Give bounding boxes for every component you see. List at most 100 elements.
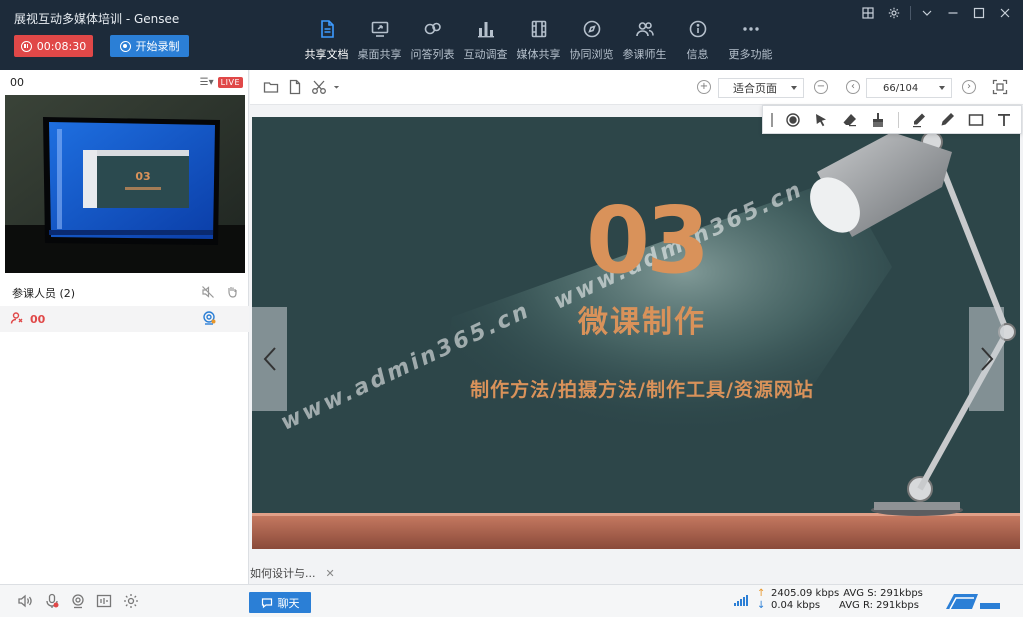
- maximize-icon[interactable]: [969, 5, 989, 21]
- minimize-icon[interactable]: [943, 5, 963, 21]
- tab-attendees[interactable]: 参课师生: [618, 0, 671, 70]
- slide-prev-button[interactable]: [252, 307, 287, 411]
- webcam-icon[interactable]: [201, 310, 217, 329]
- users-icon: [634, 18, 656, 40]
- tab-desktop-share[interactable]: 桌面共享: [353, 0, 406, 70]
- video-preview[interactable]: 03: [5, 95, 245, 273]
- cursor-icon[interactable]: [812, 111, 830, 129]
- speaker-icon[interactable]: [17, 593, 33, 609]
- microphone-muted-icon[interactable]: [44, 593, 60, 609]
- presenter-icon: [10, 311, 24, 328]
- next-page-icon[interactable]: ›: [962, 80, 976, 94]
- slide-title: 微课制作: [578, 305, 706, 340]
- window-controls: [858, 5, 1015, 21]
- document-toolbar: + 适合页面 − ‹ 66/104 ›: [250, 70, 1023, 105]
- close-icon[interactable]: [995, 5, 1015, 21]
- eraser-icon[interactable]: [841, 111, 859, 129]
- chevron-down-icon: [791, 86, 797, 90]
- camera-icon[interactable]: [70, 593, 86, 609]
- document-tabs: 如何设计与... ✕: [250, 562, 1023, 584]
- document-tab-label: 如何设计与...: [250, 567, 316, 580]
- laser-pointer-icon[interactable]: [784, 111, 802, 129]
- fullscreen-icon[interactable]: [992, 79, 1008, 95]
- chevron-down-icon[interactable]: [917, 5, 937, 21]
- timer-label: 00:08:30: [36, 39, 87, 53]
- open-folder-icon[interactable]: [263, 79, 279, 95]
- more-icon: [740, 18, 762, 40]
- scissors-icon[interactable]: [311, 79, 341, 95]
- new-document-icon[interactable]: [287, 79, 303, 95]
- tab-more-functions[interactable]: 更多功能: [724, 0, 777, 70]
- tab-qa-list[interactable]: 问答列表: [406, 0, 459, 70]
- attendee-name: 00: [30, 312, 46, 326]
- chevron-down-icon: [939, 86, 945, 90]
- chat-label: 聊天: [277, 596, 300, 610]
- tab-label: 协同浏览: [569, 48, 614, 61]
- tab-label: 参课师生: [622, 48, 667, 61]
- pen-icon[interactable]: [910, 111, 928, 129]
- svg-text:03: 03: [135, 170, 150, 183]
- video-owner-name: 00: [10, 76, 24, 89]
- drag-handle[interactable]: [771, 112, 773, 127]
- vendor-logo: [944, 589, 1008, 613]
- tab-label: 问答列表: [410, 48, 455, 61]
- upload-rate: 2405.09 kbps: [771, 588, 840, 599]
- media-icon: [528, 18, 550, 40]
- bandwidth-stats: ↑ 2405.09 kbps AVG S: 291kbps ↓ 0.04 kbp…: [757, 588, 923, 612]
- tab-co-browse[interactable]: 协同浏览: [565, 0, 618, 70]
- title-bar: 展视互动多媒体培训 - Gensee 00:08:30 开始录制 共享文档 桌面…: [0, 0, 1023, 70]
- poll-icon: [475, 18, 497, 40]
- tab-poll[interactable]: 互动调查: [459, 0, 512, 70]
- divider: [898, 111, 899, 128]
- previous-page-icon[interactable]: ‹: [846, 80, 860, 94]
- chevron-left-icon: [263, 347, 276, 371]
- slide-subtitle: 制作方法/拍摄方法/制作工具/资源网站: [470, 379, 814, 401]
- page-select[interactable]: 66/104: [866, 78, 952, 98]
- clear-brush-icon[interactable]: [870, 111, 888, 129]
- qa-icon: [422, 18, 444, 40]
- start-recording-button[interactable]: 开始录制: [110, 35, 189, 57]
- close-icon[interactable]: ✕: [326, 567, 335, 580]
- chevron-right-icon: [980, 347, 993, 371]
- zoom-in-icon[interactable]: +: [697, 80, 711, 94]
- tab-label: 更多功能: [728, 48, 773, 61]
- live-badge: LIVE: [217, 77, 243, 88]
- upload-average: AVG S: 291kbps: [843, 588, 923, 599]
- attendees-header: 参课人员 (2): [0, 282, 249, 304]
- video-frame-image: 03: [5, 95, 245, 273]
- settings-gear-icon[interactable]: [884, 5, 904, 21]
- attendee-actions: [201, 285, 239, 302]
- highlighter-icon[interactable]: [939, 111, 957, 129]
- document-slide[interactable]: www.admin365.cn www.admin365.cn 03 微课制作 …: [252, 117, 1020, 549]
- slide-next-button[interactable]: [969, 307, 1004, 411]
- page-indicator: 66/104: [883, 82, 919, 94]
- document-tab[interactable]: 如何设计与... ✕: [250, 565, 335, 581]
- status-bar: 聊天 ↑ 2405.09 kbps AVG S: 291kbps ↓ 0.04 …: [0, 584, 1023, 617]
- raise-hand-icon[interactable]: [225, 285, 239, 302]
- video-header: 00 ☰▾ LIVE: [0, 70, 248, 95]
- audio-level-icon[interactable]: [96, 593, 112, 609]
- layout-icon[interactable]: [858, 5, 878, 21]
- tab-shared-document[interactable]: 共享文档: [300, 0, 353, 70]
- download-average: AVG R: 291kbps: [839, 600, 919, 611]
- pause-icon: [20, 40, 32, 52]
- attendee-row[interactable]: 00: [0, 306, 249, 332]
- fit-mode-select[interactable]: 适合页面: [718, 78, 804, 98]
- tab-info[interactable]: 信息: [671, 0, 724, 70]
- download-rate: 0.04 kbps: [771, 600, 821, 611]
- zoom-out-icon[interactable]: −: [814, 80, 828, 94]
- mute-all-icon[interactable]: [201, 285, 215, 302]
- rectangle-icon[interactable]: [967, 111, 985, 129]
- upload-arrow-icon: ↑: [757, 588, 766, 599]
- main-nav: 共享文档 桌面共享 问答列表 互动调查 媒体共享 协同浏览 参课师生 信息 更多…: [300, 0, 777, 70]
- chat-button[interactable]: 聊天: [249, 592, 311, 613]
- attendee-user: 00: [10, 311, 45, 328]
- text-tool-icon[interactable]: [996, 111, 1014, 129]
- record-label: 开始录制: [135, 40, 180, 53]
- tab-media-share[interactable]: 媒体共享: [512, 0, 565, 70]
- tab-label: 信息: [686, 48, 709, 61]
- recording-timer-button[interactable]: 00:08:30: [14, 35, 93, 57]
- menu-icon[interactable]: ☰▾: [200, 77, 214, 88]
- annotation-toolbar: [762, 105, 1022, 134]
- settings-gear-icon[interactable]: [123, 593, 139, 609]
